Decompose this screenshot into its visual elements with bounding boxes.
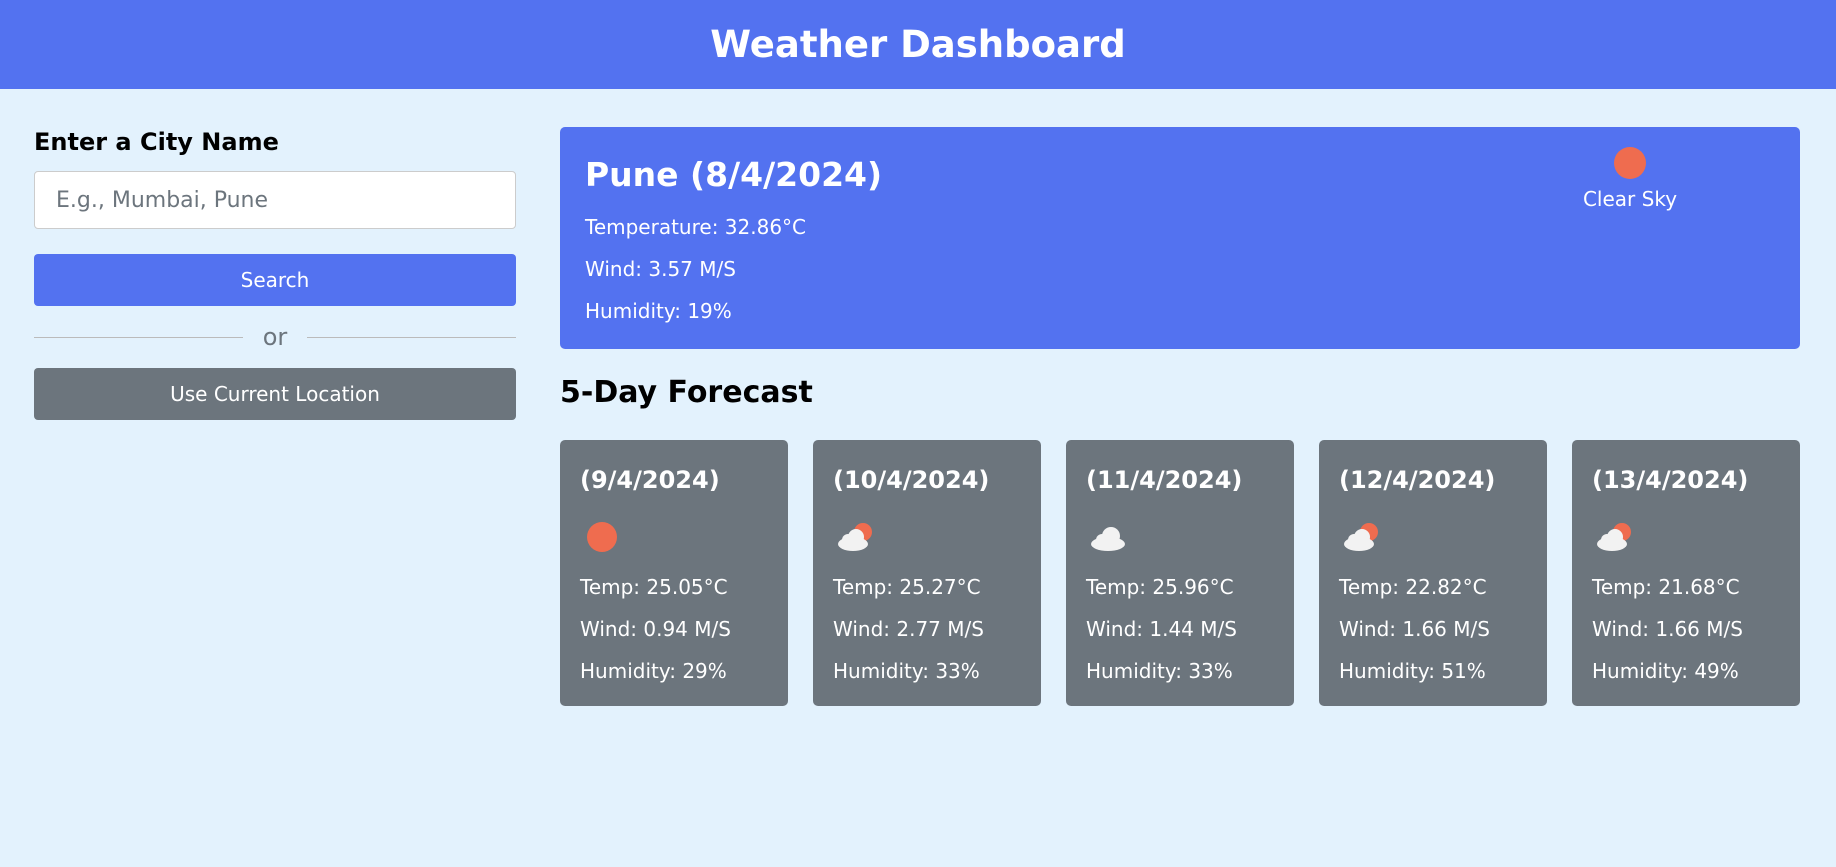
forecast-wind: Wind: 1.66 M/S [1339, 617, 1490, 641]
forecast-card: (10/4/2024) Temp: 25.27°C Wind: 2.77 M/S… [813, 440, 1041, 706]
divider-line-right [307, 336, 516, 338]
forecast-temp: Temp: 25.96°C [1086, 575, 1234, 599]
forecast-temp: Temp: 25.05°C [580, 575, 728, 599]
forecast-card: (9/4/2024) Temp: 25.05°C Wind: 0.94 M/S … [560, 440, 788, 706]
sun-icon [587, 522, 617, 552]
sun-icon [1614, 147, 1646, 179]
current-wind: Wind: 3.57 M/S [585, 257, 736, 281]
current-humidity: Humidity: 19% [585, 299, 732, 323]
current-city-date: Pune (8/4/2024) [585, 155, 883, 194]
current-description: Clear Sky [1582, 187, 1678, 211]
use-current-location-button[interactable]: Use Current Location [34, 368, 516, 420]
divider-text: or [262, 323, 288, 351]
forecast-date: (13/4/2024) [1592, 466, 1749, 494]
app-header: Weather Dashboard [0, 0, 1836, 89]
cloud-sun-icon [1597, 523, 1631, 551]
forecast-wind: Wind: 1.44 M/S [1086, 617, 1237, 641]
cloud-sun-icon [838, 523, 872, 551]
forecast-humidity: Humidity: 33% [1086, 659, 1233, 683]
cloud-icon [1091, 527, 1125, 551]
forecast-date: (9/4/2024) [580, 466, 720, 494]
forecast-card: (11/4/2024) Temp: 25.96°C Wind: 1.44 M/S… [1066, 440, 1294, 706]
forecast-date: (11/4/2024) [1086, 466, 1243, 494]
forecast-wind: Wind: 0.94 M/S [580, 617, 731, 641]
cloud-sun-icon [1344, 523, 1378, 551]
forecast-temp: Temp: 21.68°C [1592, 575, 1740, 599]
city-search-input[interactable] [34, 171, 516, 229]
current-temperature: Temperature: 32.86°C [585, 215, 807, 239]
current-condition: Clear Sky [1560, 147, 1700, 211]
forecast-wind: Wind: 1.66 M/S [1592, 617, 1743, 641]
forecast-list: (9/4/2024) Temp: 25.05°C Wind: 0.94 M/S … [560, 440, 1800, 706]
or-divider: or [34, 306, 516, 368]
forecast-humidity: Humidity: 29% [580, 659, 727, 683]
page-title: Weather Dashboard [710, 23, 1126, 66]
search-panel: Enter a City Name Search or Use Current … [34, 128, 516, 420]
forecast-heading: 5-Day Forecast [560, 375, 813, 410]
forecast-date: (10/4/2024) [833, 466, 990, 494]
forecast-card: (12/4/2024) Temp: 22.82°C Wind: 1.66 M/S… [1319, 440, 1547, 706]
forecast-date: (12/4/2024) [1339, 466, 1496, 494]
forecast-humidity: Humidity: 49% [1592, 659, 1739, 683]
forecast-card: (13/4/2024) Temp: 21.68°C Wind: 1.66 M/S… [1572, 440, 1800, 706]
divider-line-left [34, 336, 243, 338]
forecast-humidity: Humidity: 33% [833, 659, 980, 683]
city-input-label: Enter a City Name [34, 128, 279, 156]
forecast-humidity: Humidity: 51% [1339, 659, 1486, 683]
forecast-temp: Temp: 25.27°C [833, 575, 981, 599]
forecast-wind: Wind: 2.77 M/S [833, 617, 984, 641]
forecast-temp: Temp: 22.82°C [1339, 575, 1487, 599]
search-button[interactable]: Search [34, 254, 516, 306]
current-weather-card: Pune (8/4/2024) Temperature: 32.86°C Win… [560, 127, 1800, 349]
